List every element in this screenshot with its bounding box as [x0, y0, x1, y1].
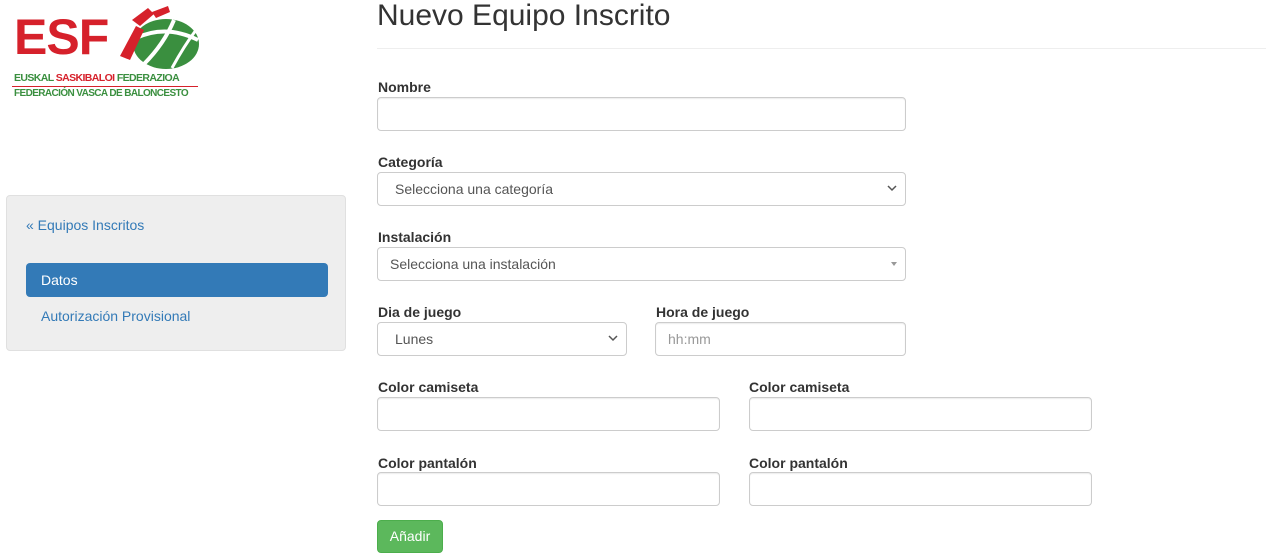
page-title: Nuevo Equipo Inscrito: [377, 0, 671, 32]
logo-acronym: ESF: [14, 9, 109, 65]
logo-line-spanish: FEDERACIÓN VASCA DE BALONCESTO: [14, 88, 189, 99]
add-button[interactable]: Añadir: [377, 520, 443, 553]
color-camiseta-label-1: Color camiseta: [378, 379, 479, 395]
nombre-label: Nombre: [378, 79, 431, 95]
logo-divider: [12, 86, 198, 87]
chevron-down-icon: [887, 185, 897, 192]
categoria-selected-value: Selecciona una categoría: [395, 181, 553, 197]
dia-select[interactable]: Lunes: [377, 322, 627, 356]
instalacion-selected-value: Selecciona una instalación: [390, 256, 556, 272]
logo-line-basque: EUSKAL SASKIBALOI FEDERAZIOA: [14, 72, 180, 84]
hora-input[interactable]: [655, 322, 906, 356]
back-link-equipos[interactable]: « Equipos Inscritos: [26, 217, 144, 233]
color-camiseta-label-2: Color camiseta: [749, 379, 850, 395]
dia-label: Dia de juego: [378, 304, 462, 320]
sidebar-panel: « Equipos Inscritos Datos Autorización P…: [6, 195, 346, 351]
chevron-down-icon: [608, 335, 618, 342]
color-camiseta-input-1[interactable]: [377, 397, 720, 431]
title-divider: [377, 48, 1266, 49]
caret-down-icon: [891, 262, 897, 266]
color-camiseta-input-2[interactable]: [749, 397, 1092, 431]
categoria-label: Categoría: [378, 154, 443, 170]
basketball-logo-icon: [120, 6, 199, 69]
sidebar-item-autorizacion[interactable]: Autorización Provisional: [26, 299, 328, 333]
color-pantalon-label-2: Color pantalón: [749, 455, 848, 471]
color-pantalon-input-2[interactable]: [749, 472, 1092, 506]
color-pantalon-input-1[interactable]: [377, 472, 720, 506]
nombre-input[interactable]: [377, 97, 906, 131]
categoria-select[interactable]: Selecciona una categoría: [377, 172, 906, 206]
dia-selected-value: Lunes: [395, 331, 434, 347]
federation-logo: ESF EUSKAL SASKIBALOI FEDERAZIOA FEDERAC…: [10, 4, 200, 102]
sidebar-item-datos[interactable]: Datos: [26, 263, 328, 297]
instalacion-select[interactable]: Selecciona una instalación: [377, 247, 906, 281]
instalacion-label: Instalación: [378, 229, 452, 245]
hora-label: Hora de juego: [656, 304, 750, 320]
color-pantalon-label-1: Color pantalón: [378, 455, 477, 471]
